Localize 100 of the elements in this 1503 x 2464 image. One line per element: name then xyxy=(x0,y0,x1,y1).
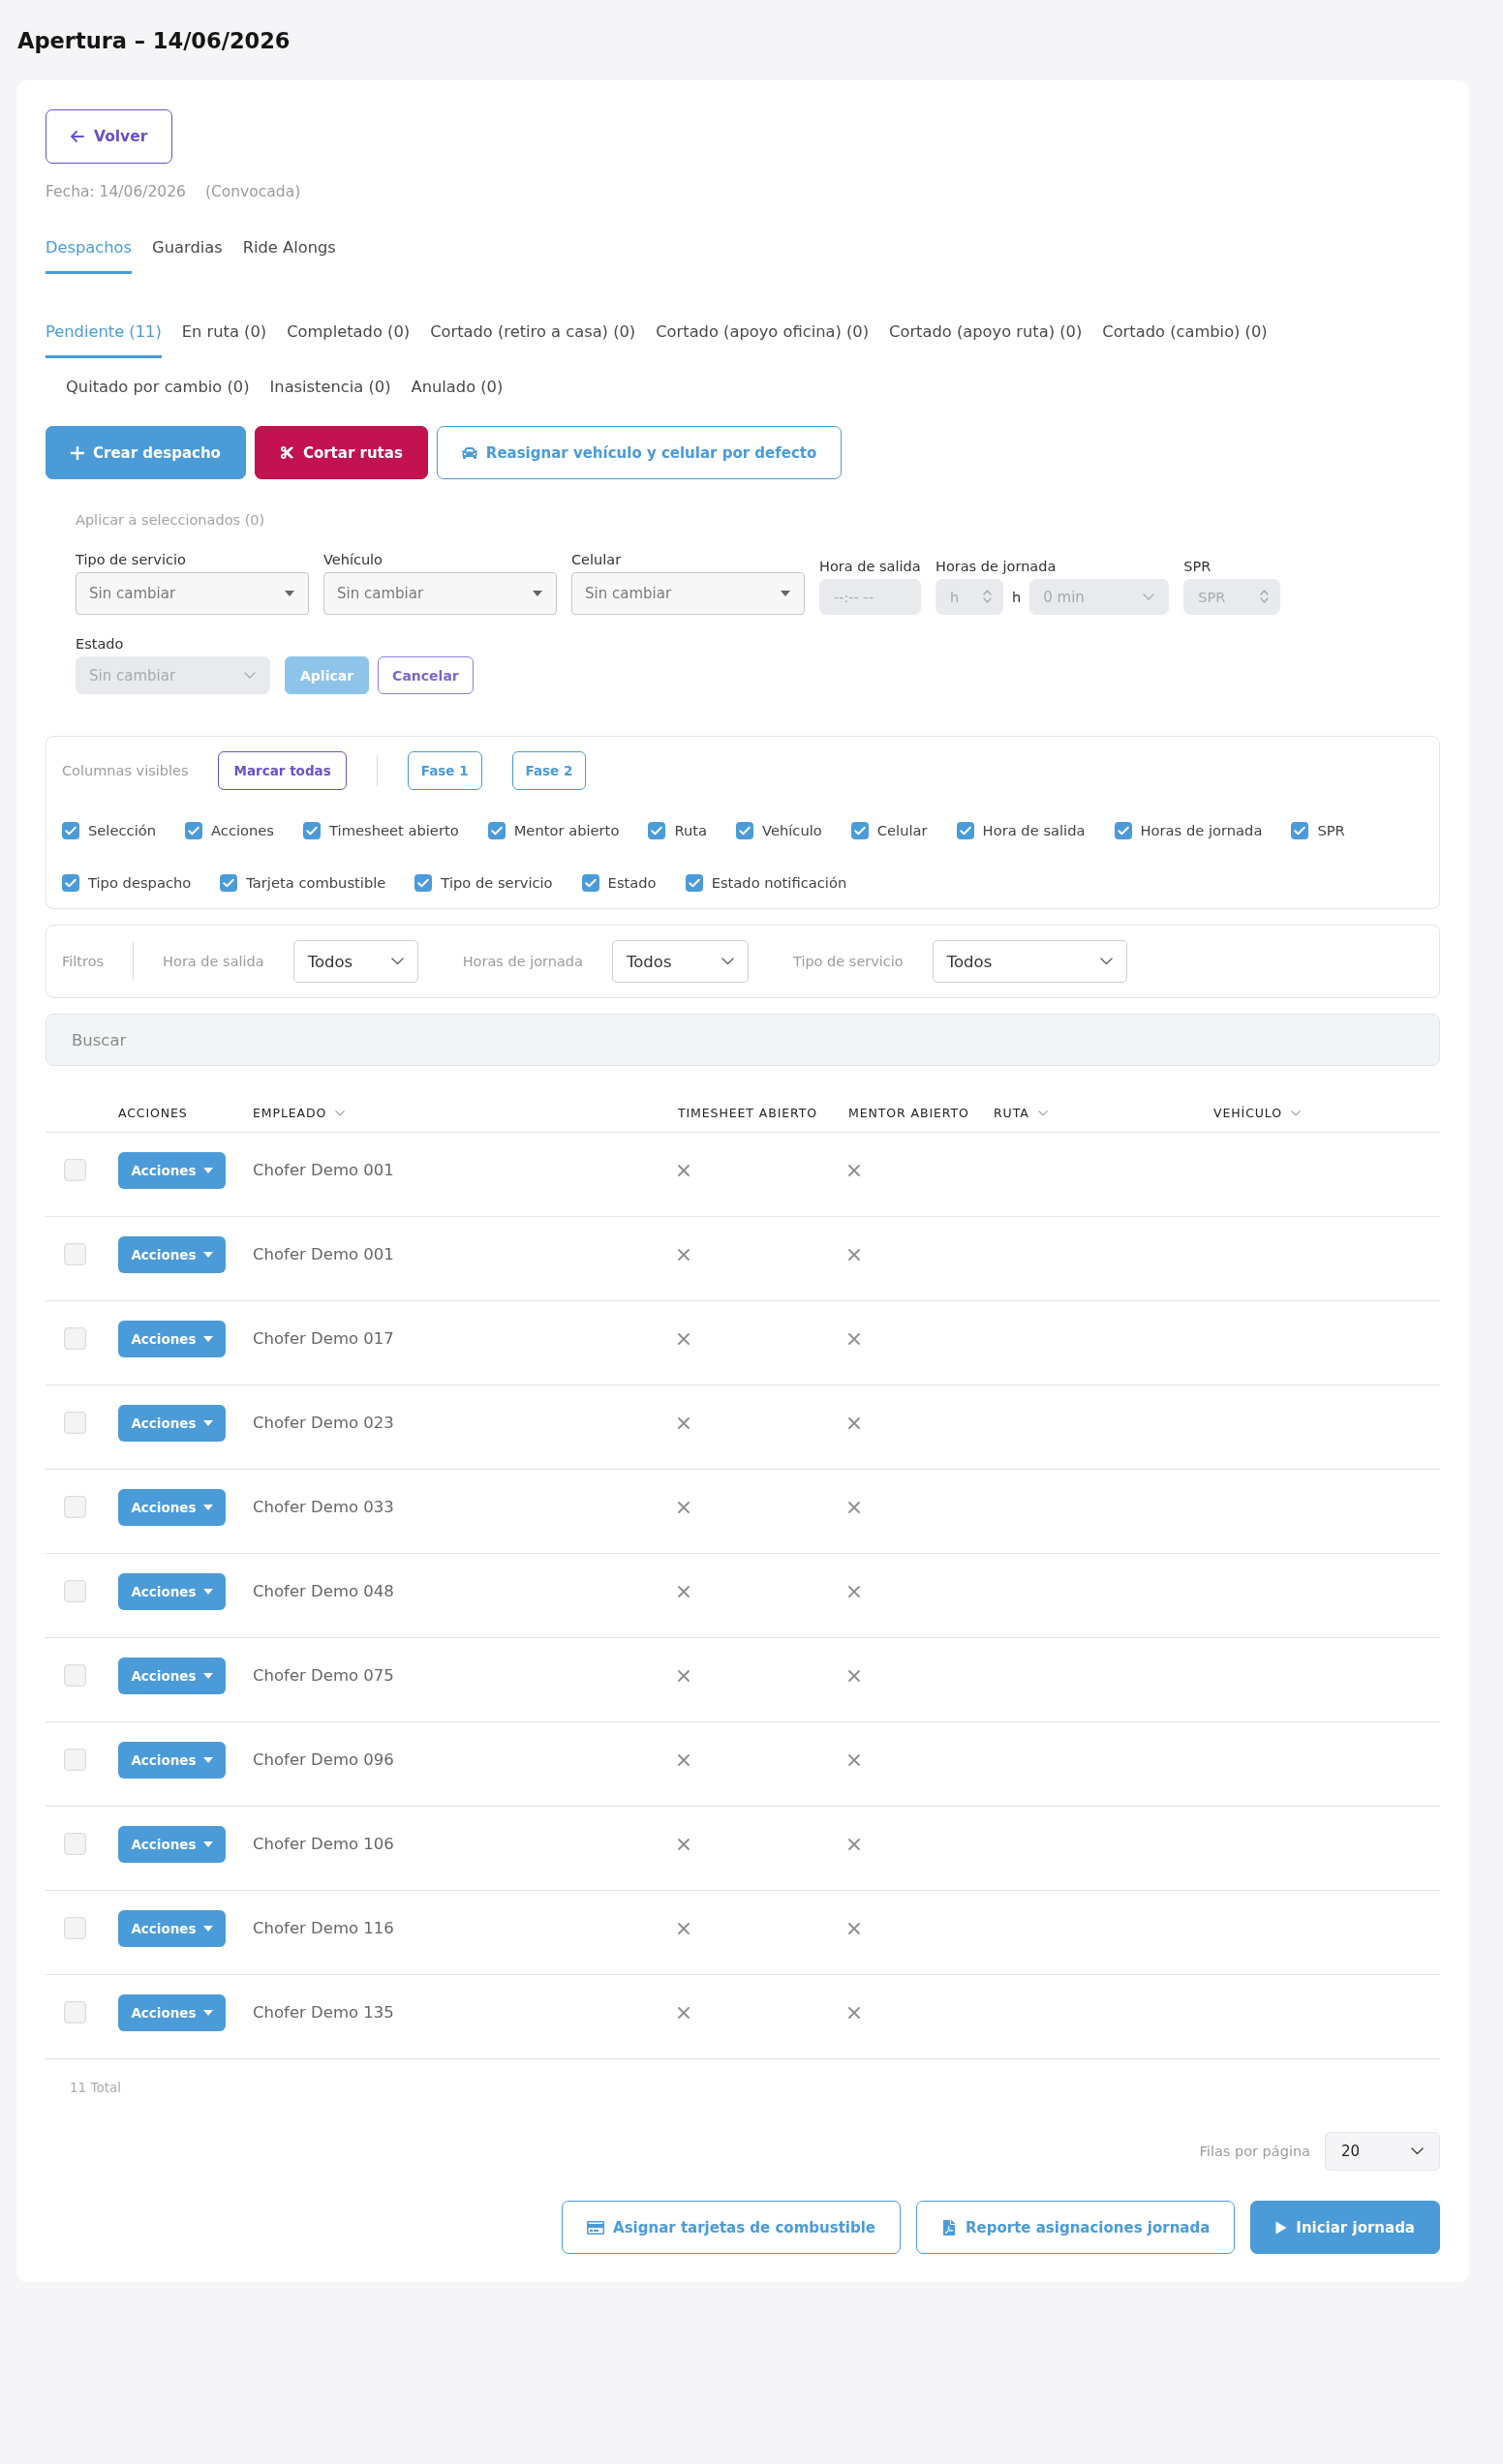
status-tab[interactable]: Cortado (apoyo oficina) (0) xyxy=(656,322,870,358)
field-label: Tipo de servicio xyxy=(76,551,187,568)
mark-all-button[interactable]: Marcar todas xyxy=(218,751,347,790)
checkbox-label[interactable]: Acciones xyxy=(211,822,275,839)
checkbox-label[interactable]: Estado notificación xyxy=(711,874,847,892)
filters-label: Filtros xyxy=(62,954,105,969)
action-button[interactable]: Cortar rutas xyxy=(254,426,428,479)
checkbox[interactable] xyxy=(685,874,703,892)
filter-select[interactable]: Todos xyxy=(292,940,418,983)
employee-name: Chofer Demo 135 xyxy=(253,2003,394,2022)
row-checkbox[interactable] xyxy=(64,1917,86,1939)
checkbox-label[interactable]: Tipo de servicio xyxy=(441,874,553,892)
checkbox[interactable] xyxy=(487,822,506,839)
select-field[interactable]: Sin cambiar xyxy=(76,572,309,615)
checkbox-label[interactable]: Tarjeta combustible xyxy=(246,874,386,892)
checkbox[interactable] xyxy=(1291,822,1309,839)
caret-down-icon xyxy=(202,1756,213,1763)
chevron-down-icon xyxy=(390,958,404,965)
scissors-icon xyxy=(279,445,294,460)
caret-down-icon xyxy=(781,591,790,596)
column-header: ACCIONES xyxy=(118,1106,188,1120)
employee-name: Chofer Demo 001 xyxy=(253,1245,394,1263)
select-field[interactable]: Sin cambiar xyxy=(571,572,805,615)
columns-label: Columnas visibles xyxy=(62,763,189,778)
status-tab[interactable]: Cortado (apoyo ruta) (0) xyxy=(889,322,1083,358)
status-tab[interactable]: Anulado (0) xyxy=(411,378,504,413)
field-label: Celular xyxy=(571,551,623,568)
chevron-down-icon xyxy=(244,672,256,679)
checkbox[interactable] xyxy=(62,822,79,839)
date-text: Fecha: 14/06/2026 xyxy=(46,182,186,201)
row-checkbox[interactable] xyxy=(64,1664,86,1687)
chevron-down-icon xyxy=(721,958,734,965)
employee-name: Chofer Demo 048 xyxy=(253,1582,394,1600)
checkbox-label[interactable]: Mentor abierto xyxy=(513,822,620,839)
filter-select[interactable]: Todos xyxy=(932,940,1127,983)
checkbox[interactable] xyxy=(850,822,869,839)
column-header[interactable]: VEHÍCULO xyxy=(1213,1106,1301,1120)
cancel-button[interactable]: Cancelar xyxy=(378,656,474,694)
row-checkbox[interactable] xyxy=(64,2001,86,2023)
status-tab[interactable]: En ruta (0) xyxy=(181,322,267,358)
checkbox-label[interactable]: Ruta xyxy=(674,822,707,839)
tab[interactable]: Ride Alongs xyxy=(242,238,336,274)
rows-per-page-select[interactable]: 20 xyxy=(1325,2132,1440,2171)
checkbox[interactable] xyxy=(303,822,322,839)
checkbox[interactable] xyxy=(220,874,238,892)
checkbox[interactable] xyxy=(1114,822,1132,839)
employee-name: Chofer Demo 017 xyxy=(253,1329,394,1348)
search-field[interactable]: Buscar xyxy=(46,1014,1440,1066)
filter-label: Hora de salida xyxy=(163,954,264,969)
caret-down-icon xyxy=(202,2009,213,2016)
row-checkbox[interactable] xyxy=(64,1833,86,1855)
row-checkbox[interactable] xyxy=(64,1580,86,1602)
checkbox[interactable] xyxy=(956,822,974,839)
select-field[interactable]: Sin cambiar xyxy=(323,572,557,615)
employee-name: Chofer Demo 075 xyxy=(253,1666,394,1685)
checkbox-label[interactable]: Selección xyxy=(88,822,156,839)
checkbox-label[interactable]: Horas de jornada xyxy=(1140,822,1263,839)
column-header[interactable]: EMPLEADO xyxy=(253,1106,346,1120)
checkbox-label[interactable]: Hora de salida xyxy=(982,822,1086,839)
back-button[interactable]: Volver xyxy=(46,109,173,164)
pdf-file-icon xyxy=(941,2219,957,2236)
checkbox-label[interactable]: Vehículo xyxy=(762,822,822,839)
checkbox[interactable] xyxy=(581,874,599,892)
status-tab[interactable]: Inasistencia (0) xyxy=(269,378,391,413)
status-tab[interactable]: Cortado (retiro a casa) (0) xyxy=(430,322,636,358)
status-tab[interactable]: Cortado (cambio) (0) xyxy=(1102,322,1268,358)
checkbox-label[interactable]: Timesheet abierto xyxy=(329,822,459,839)
credit-card-icon xyxy=(587,2218,605,2236)
checkbox[interactable] xyxy=(648,822,666,839)
filter-select[interactable]: Todos xyxy=(611,940,749,983)
chevron-down-icon xyxy=(335,1110,346,1116)
checkbox-label[interactable]: Celular xyxy=(876,822,928,839)
tab[interactable]: Guardias xyxy=(152,238,223,274)
row-checkbox[interactable] xyxy=(64,1243,86,1265)
column-header[interactable]: RUTA xyxy=(994,1106,1048,1120)
plus-icon xyxy=(71,445,84,460)
checkbox-label[interactable]: Tipo despacho xyxy=(88,874,192,892)
row-checkbox[interactable] xyxy=(64,1327,86,1350)
row-checkbox[interactable] xyxy=(64,1159,86,1181)
up-down-chevron-icon xyxy=(983,590,992,603)
row-checkbox[interactable] xyxy=(64,1496,86,1518)
row-checkbox[interactable] xyxy=(64,1749,86,1771)
checkbox[interactable] xyxy=(414,874,433,892)
bulk-caption: Aplicar a seleccionados (0) xyxy=(76,511,266,529)
arrow-left-icon xyxy=(71,131,84,142)
checkbox-label[interactable]: Estado xyxy=(607,874,657,892)
status-tab[interactable]: Quitado por cambio (0) xyxy=(66,378,250,413)
status-text: (Convocada) xyxy=(204,182,301,201)
checkbox[interactable] xyxy=(736,822,753,839)
caret-down-icon xyxy=(202,1167,213,1173)
status-tab[interactable]: Completado (0) xyxy=(287,322,411,358)
checkbox[interactable] xyxy=(62,874,79,892)
field-label: Vehículo xyxy=(323,551,383,568)
checkbox[interactable] xyxy=(185,822,202,839)
checkbox-label[interactable]: SPR xyxy=(1317,822,1345,839)
up-down-chevron-icon xyxy=(1260,590,1270,603)
employee-name: Chofer Demo 096 xyxy=(253,1750,394,1769)
column-header: MENTOR ABIERTO xyxy=(848,1106,969,1120)
caret-down-icon xyxy=(202,1504,213,1510)
row-checkbox[interactable] xyxy=(64,1412,86,1434)
